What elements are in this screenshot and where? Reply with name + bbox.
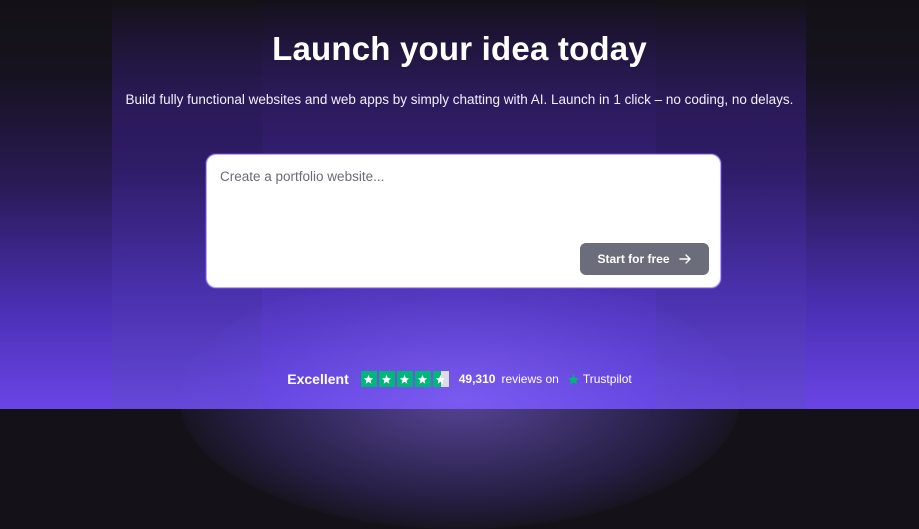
prompt-card: Start for free xyxy=(206,154,721,288)
trustpilot-logo[interactable]: Trustpilot xyxy=(567,372,632,386)
background-glow xyxy=(180,269,740,529)
trustpilot-star-icon xyxy=(567,373,579,385)
rating-label: Excellent xyxy=(287,371,349,387)
star-icon xyxy=(378,371,395,387)
hero-subtitle: Build fully functional websites and web … xyxy=(125,92,794,107)
rating-stars xyxy=(360,371,449,387)
trustpilot-name: Trustpilot xyxy=(582,372,632,386)
star-icon xyxy=(360,371,377,387)
start-for-free-button[interactable]: Start for free xyxy=(580,243,709,275)
half-star-icon xyxy=(432,371,449,387)
reviews-count: 49,310 xyxy=(458,372,496,386)
reviews-suffix: reviews on xyxy=(501,372,559,386)
star-icon xyxy=(414,371,431,387)
star-icon xyxy=(396,371,413,387)
trustpilot-rating: Excellent 49,310 reviews on Trustpilot xyxy=(0,371,919,387)
hero-title: Launch your idea today xyxy=(272,30,647,67)
start-button-label: Start for free xyxy=(597,252,670,266)
prompt-input[interactable] xyxy=(220,169,708,239)
arrow-right-icon xyxy=(678,254,691,264)
